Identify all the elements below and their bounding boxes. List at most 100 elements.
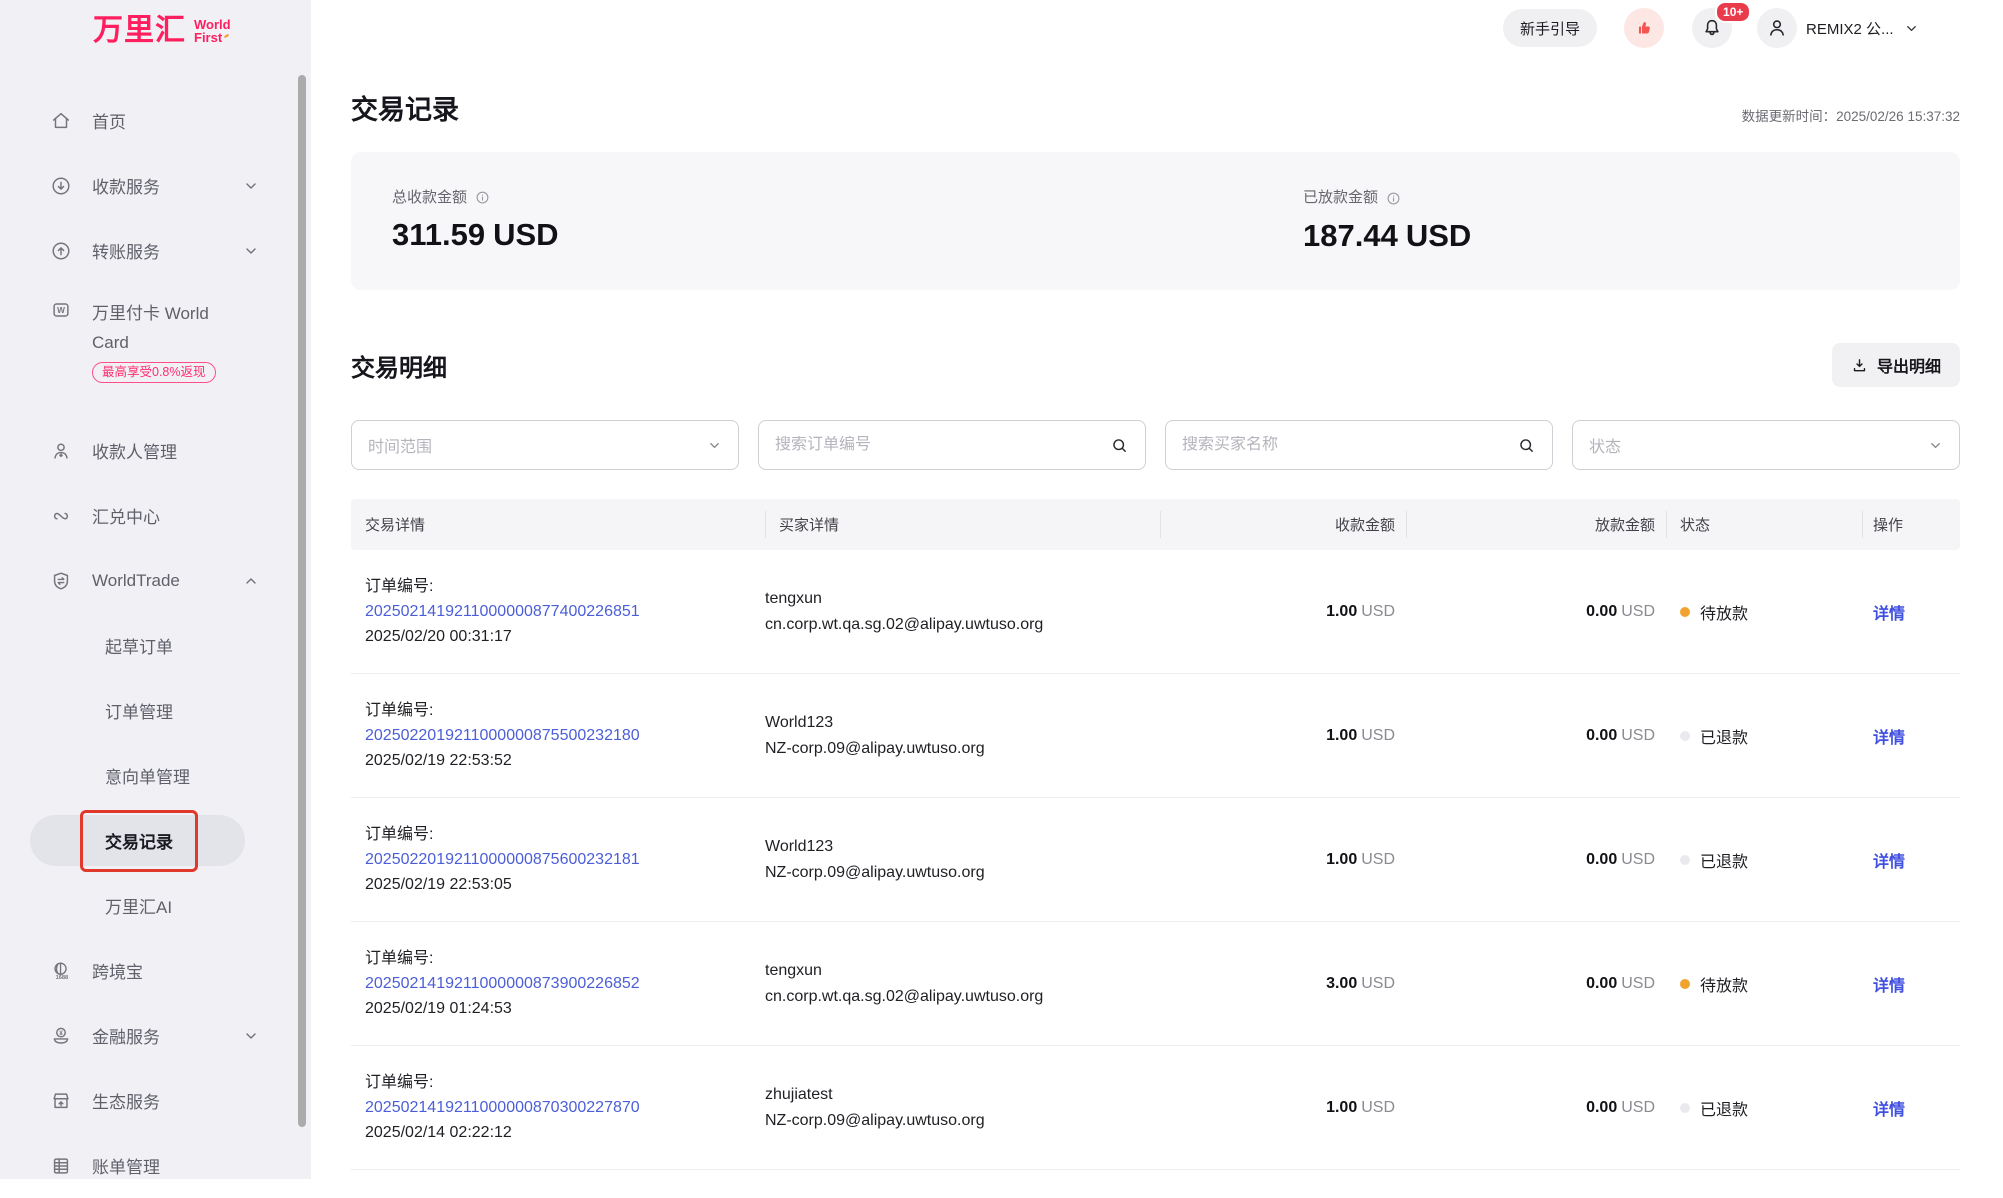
exchange-icon xyxy=(50,505,72,527)
sidebar-item-financial-services[interactable]: ¥ 金融服务 xyxy=(0,1003,311,1068)
released-amount: 0.00 xyxy=(1586,975,1617,992)
order-time: 2025/02/20 00:31:17 xyxy=(365,624,765,649)
topbar: 新手引导 10+ REMIX2 公... xyxy=(1503,8,1919,48)
globe-1688-icon: 1688 xyxy=(50,960,72,982)
table-body: 订单编号: 2025021419211000000877400226851 20… xyxy=(351,550,1960,1170)
sidebar-item-transfer-services[interactable]: 转账服务 xyxy=(0,218,311,283)
info-icon[interactable] xyxy=(1386,191,1401,206)
received-currency: USD xyxy=(1361,975,1395,992)
sidebar-item-intent-management[interactable]: 意向单管理 xyxy=(0,743,311,808)
received-amount: 1.00 xyxy=(1326,603,1357,620)
total-released-currency: USD xyxy=(1406,218,1471,253)
order-time: 2025/02/19 01:24:53 xyxy=(365,996,765,1021)
status-label: 待放款 xyxy=(1700,600,1748,624)
shield-trade-icon xyxy=(50,570,72,592)
home-icon xyxy=(50,110,72,132)
table-row: 订单编号: 2025021419211000000873900226852 20… xyxy=(351,922,1960,1046)
search-icon[interactable] xyxy=(1517,436,1536,455)
buyer-search-input[interactable] xyxy=(1182,436,1517,454)
released-amount: 0.00 xyxy=(1586,727,1617,744)
chevron-down-icon[interactable] xyxy=(1904,21,1919,36)
sidebar-item-exchange-center[interactable]: 汇兑中心 xyxy=(0,483,311,548)
sidebar-item-eco-services[interactable]: 生态服务 xyxy=(0,1068,311,1133)
storefront-icon xyxy=(50,1090,72,1112)
order-number-label: 订单编号: xyxy=(365,946,765,971)
status-label: 已退款 xyxy=(1700,1096,1748,1120)
summary-card: 总收款金额 311.59USD 已放款金额 187.44USD xyxy=(351,152,1960,290)
order-number-link[interactable]: 2025021419211000000873900226852 xyxy=(365,971,765,996)
bill-icon xyxy=(50,1155,72,1177)
sidebar-item-draft-order[interactable]: 起草订单 xyxy=(0,613,311,678)
order-number-link[interactable]: 2025021419211000000870300227870 xyxy=(365,1095,765,1120)
sidebar-item-order-management[interactable]: 订单管理 xyxy=(0,678,311,743)
sidebar-item-worldfirst-ai[interactable]: 万里汇AI xyxy=(0,873,311,938)
order-number-link[interactable]: 2025022019211000000875500232180 xyxy=(365,723,765,748)
info-icon[interactable] xyxy=(475,190,490,205)
export-button[interactable]: 导出明细 xyxy=(1832,343,1960,387)
date-range-select[interactable]: 时间范围 xyxy=(351,420,739,470)
order-time: 2025/02/19 22:53:52 xyxy=(365,748,765,773)
sidebar-item-worldtrade[interactable]: WorldTrade xyxy=(0,548,311,613)
beginner-guide-button[interactable]: 新手引导 xyxy=(1503,9,1597,47)
status-dot xyxy=(1680,731,1690,741)
received-amount: 3.00 xyxy=(1326,975,1357,992)
released-currency: USD xyxy=(1621,1099,1655,1116)
chevron-down-icon xyxy=(243,178,259,194)
sidebar-item-bill-management[interactable]: 账单管理 xyxy=(0,1133,311,1198)
order-number-label: 订单编号: xyxy=(365,698,765,723)
detail-action-link[interactable]: 详情 xyxy=(1873,730,1905,747)
released-currency: USD xyxy=(1621,727,1655,744)
status-select[interactable]: 状态 xyxy=(1572,420,1960,470)
buyer-search-box xyxy=(1165,420,1553,470)
received-amount: 1.00 xyxy=(1326,1099,1357,1116)
total-received-label: 总收款金额 xyxy=(392,185,467,210)
status-label: 已退款 xyxy=(1700,848,1748,872)
status-label: 已退款 xyxy=(1700,724,1748,748)
table-row: 订单编号: 2025021419211000000870300227870 20… xyxy=(351,1046,1960,1170)
order-number-label: 订单编号: xyxy=(365,1070,765,1095)
sidebar-item-home[interactable]: 首页 xyxy=(0,88,311,153)
buyer-email: NZ-corp.09@alipay.uwtuso.org xyxy=(765,736,1160,762)
order-number-link[interactable]: 2025022019211000000875600232181 xyxy=(365,847,765,872)
buyer-name: tengxun xyxy=(765,958,1160,984)
account-name[interactable]: REMIX2 公... xyxy=(1806,18,1894,39)
data-updated-time: 数据更新时间：2025/02/26 15:37:32 xyxy=(1742,108,1960,126)
transactions-table: 交易详情 买家详情 收款金额 放款金额 状态 操作 订单编号: 20250214… xyxy=(351,499,1960,1170)
total-received-currency: USD xyxy=(493,217,558,252)
status-dot xyxy=(1680,607,1690,617)
table-row: 订单编号: 2025022019211000000875500232180 20… xyxy=(351,674,1960,798)
col-transaction-details: 交易详情 xyxy=(351,499,765,550)
detail-action-link[interactable]: 详情 xyxy=(1873,978,1905,995)
order-time: 2025/02/19 22:53:05 xyxy=(365,872,765,897)
detail-action-link[interactable]: 详情 xyxy=(1873,606,1905,623)
chevron-down-icon xyxy=(1928,438,1943,453)
notifications: 10+ xyxy=(1692,8,1732,48)
account-avatar[interactable] xyxy=(1757,8,1797,48)
received-amount: 1.00 xyxy=(1326,727,1357,744)
released-amount: 0.00 xyxy=(1586,851,1617,868)
received-amount: 1.00 xyxy=(1326,851,1357,868)
col-actions: 操作 xyxy=(1862,499,1960,550)
total-released: 已放款金额 187.44USD xyxy=(1303,185,1471,249)
order-search-input[interactable] xyxy=(775,436,1110,454)
sidebar-item-payee-management[interactable]: 收款人管理 xyxy=(0,418,311,483)
sidebar-item-world-card[interactable]: W 万里付卡 World Card 最高享受0.8%返现 xyxy=(0,283,311,418)
detail-action-link[interactable]: 详情 xyxy=(1873,1102,1905,1119)
brand-logo-cn: 万里汇 xyxy=(93,16,186,46)
search-icon[interactable] xyxy=(1110,436,1129,455)
order-number-link[interactable]: 2025021419211000000877400226851 xyxy=(365,599,765,624)
like-button[interactable] xyxy=(1624,8,1664,48)
svg-text:1688: 1688 xyxy=(56,974,69,980)
arrow-up-circle-icon xyxy=(50,240,72,262)
detail-action-link[interactable]: 详情 xyxy=(1873,854,1905,871)
sidebar-item-transaction-records[interactable]: 交易记录 xyxy=(0,808,311,873)
filter-bar: 时间范围 状态 xyxy=(351,420,1960,470)
user-icon xyxy=(1766,17,1788,39)
released-amount: 0.00 xyxy=(1586,1099,1617,1116)
sidebar-scrollbar[interactable] xyxy=(298,75,306,1127)
received-currency: USD xyxy=(1361,603,1395,620)
sidebar-item-cross-border[interactable]: 1688 跨境宝 xyxy=(0,938,311,1003)
released-currency: USD xyxy=(1621,851,1655,868)
sidebar-item-receive-services[interactable]: 收款服务 xyxy=(0,153,311,218)
total-received-value: 311.59 xyxy=(392,217,485,252)
